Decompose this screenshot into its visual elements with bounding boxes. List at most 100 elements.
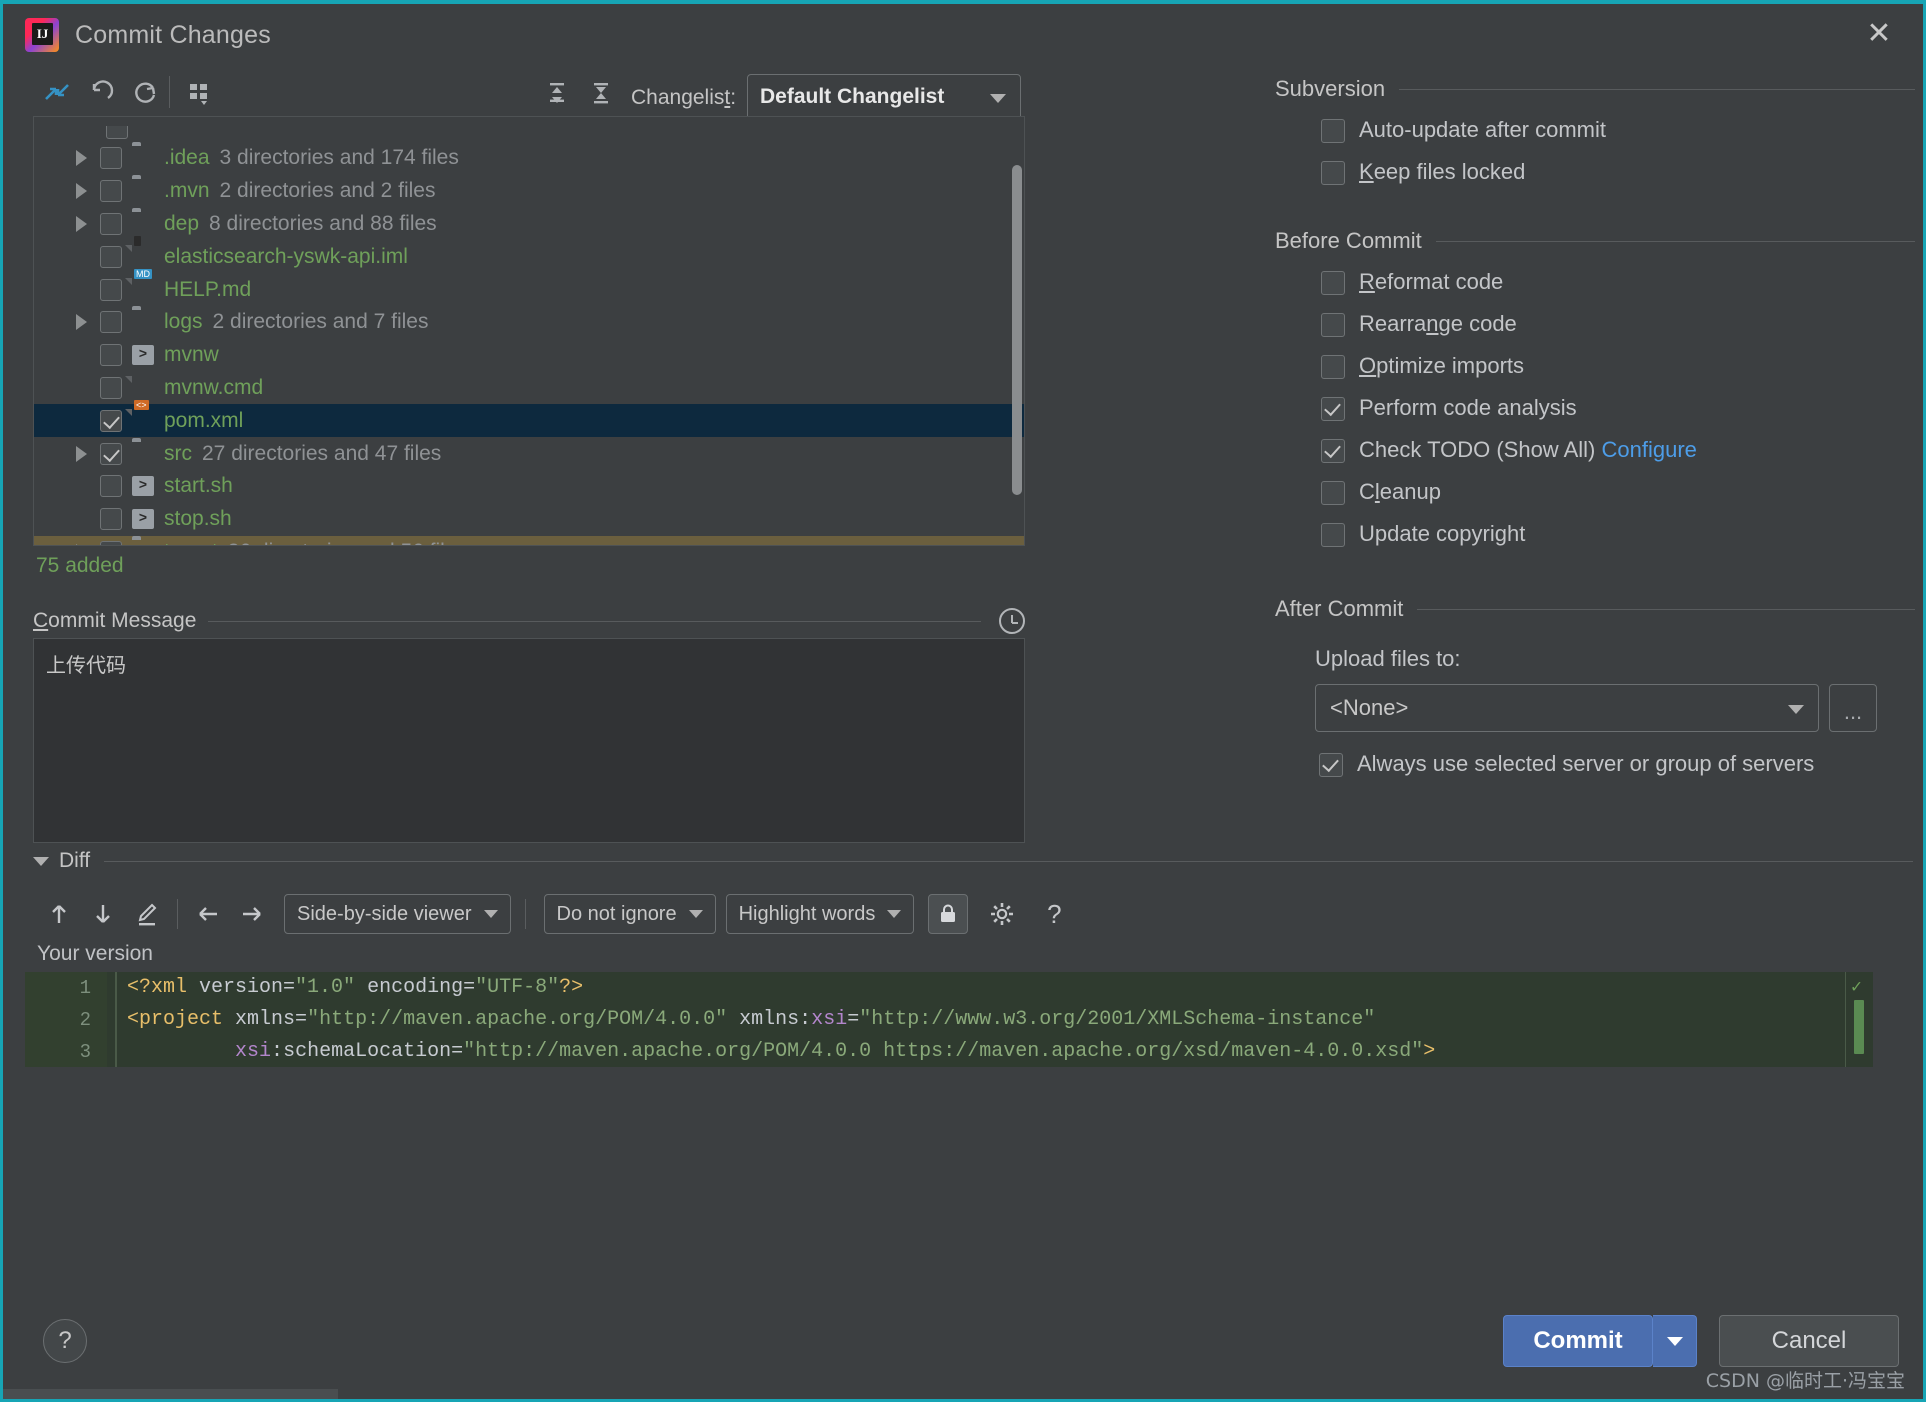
- commit-button[interactable]: Commit: [1503, 1315, 1653, 1367]
- option-label: Optimize imports: [1359, 353, 1525, 378]
- change-marker: [1854, 1000, 1864, 1054]
- diff-code-view[interactable]: 1 2 3 <?xml version="1.0" encoding="UTF-8"…: [25, 972, 1873, 1067]
- always-use-server-checkbox[interactable]: Always use selected server or group of s…: [1319, 750, 1915, 778]
- tree-row[interactable]: logs 2 directories and 7 files: [34, 306, 1024, 339]
- show-diff-icon[interactable]: [37, 72, 77, 112]
- expand-arrow-icon[interactable]: [76, 150, 87, 167]
- chevron-down-icon[interactable]: [33, 856, 49, 866]
- code-line: xsi:schemaLocation="http://maven.apache.…: [235, 1040, 1436, 1063]
- diff-marker-strip[interactable]: ✓: [1845, 972, 1873, 1067]
- option-checkbox[interactable]: Rearrange code: [1321, 310, 1915, 338]
- checkbox-icon[interactable]: [1321, 271, 1345, 295]
- expand-arrow-icon[interactable]: [76, 183, 87, 200]
- upload-server-dropdown[interactable]: <None>: [1315, 684, 1819, 732]
- before-commit-group-title: Before Commit: [1275, 228, 1915, 254]
- checkbox-icon[interactable]: [100, 245, 122, 268]
- file-name: start.sh: [164, 474, 233, 498]
- viewer-mode-dropdown[interactable]: Side-by-side viewer: [284, 894, 511, 934]
- changelist-dropdown[interactable]: Default Changelist: [747, 74, 1021, 120]
- expand-arrow-icon[interactable]: [76, 445, 87, 462]
- collapse-all-icon[interactable]: [581, 72, 621, 112]
- changed-files-tree[interactable]: .idea 3 directories and 174 files .mvn 2 di…: [33, 116, 1025, 546]
- commit-message-header: Commit Message: [33, 608, 1025, 634]
- checkbox-icon[interactable]: [1321, 355, 1345, 379]
- browse-servers-button[interactable]: ...: [1829, 684, 1877, 732]
- tree-scrollbar[interactable]: [1012, 165, 1022, 495]
- tree-row[interactable]: elasticsearch-yswk-api.iml: [34, 235, 1024, 273]
- checkbox-icon[interactable]: [100, 442, 122, 465]
- option-checkbox[interactable]: Reformat code: [1321, 268, 1915, 296]
- checkbox-icon[interactable]: [100, 409, 122, 432]
- checkbox-icon[interactable]: [1321, 523, 1345, 547]
- next-difference-icon[interactable]: [81, 892, 125, 936]
- checkbox-icon[interactable]: [100, 212, 122, 235]
- highlight-mode-dropdown[interactable]: Highlight words: [725, 894, 915, 934]
- line-number: 1: [79, 977, 91, 999]
- gear-icon[interactable]: [980, 892, 1024, 936]
- tree-row[interactable]: src 27 directories and 47 files: [34, 437, 1024, 470]
- checkbox-icon[interactable]: [100, 376, 122, 399]
- checkbox-icon[interactable]: [1321, 313, 1345, 337]
- tree-row[interactable]: > mvnw: [34, 339, 1024, 372]
- tree-row[interactable]: > stop.sh: [34, 503, 1024, 536]
- option-checkbox[interactable]: Perform code analysis: [1321, 394, 1915, 422]
- checkbox-icon[interactable]: [1321, 119, 1345, 143]
- taskbar-strip: [3, 1389, 338, 1399]
- expand-arrow-icon[interactable]: [76, 215, 87, 232]
- checkbox-icon[interactable]: [100, 311, 122, 334]
- checkbox-icon[interactable]: [100, 180, 122, 203]
- option-checkbox[interactable]: Optimize imports: [1321, 352, 1915, 380]
- expand-arrow-icon[interactable]: [76, 314, 87, 331]
- file-type-icon: >: [132, 343, 156, 367]
- option-checkbox[interactable]: Update copyright: [1321, 520, 1915, 548]
- checkbox-icon[interactable]: [1321, 439, 1345, 463]
- group-by-icon[interactable]: [179, 72, 219, 112]
- tree-row[interactable]: dep 8 directories and 88 files: [34, 208, 1024, 241]
- clock-history-icon[interactable]: [999, 608, 1025, 634]
- question-mark-icon[interactable]: ?: [1032, 892, 1076, 936]
- tree-row[interactable]: mvnw.cmd: [34, 372, 1024, 405]
- previous-difference-icon[interactable]: [37, 892, 81, 936]
- tree-row[interactable]: <> pom.xml: [34, 399, 1024, 438]
- expand-arrow-icon[interactable]: [76, 543, 87, 545]
- annotate-icon[interactable]: [125, 892, 169, 936]
- lock-icon[interactable]: [928, 894, 969, 934]
- tree-row[interactable]: > start.sh: [34, 470, 1024, 503]
- tree-row[interactable]: target 36 directories and 56 files: [34, 535, 1024, 545]
- checkbox-icon[interactable]: [100, 508, 122, 531]
- checkbox-icon[interactable]: [1321, 481, 1345, 505]
- checkbox-icon[interactable]: [100, 147, 122, 170]
- option-checkbox[interactable]: Check TODO (Show All) Configure: [1321, 436, 1915, 464]
- refresh-icon[interactable]: [125, 72, 165, 112]
- chevron-down-icon: [1666, 1336, 1683, 1346]
- checkbox-icon[interactable]: [100, 344, 122, 367]
- tree-row-partial[interactable]: [34, 126, 1024, 142]
- checkbox-icon[interactable]: [1321, 161, 1345, 185]
- commit-message-input[interactable]: 上传代码: [33, 638, 1025, 843]
- checkbox-icon[interactable]: [1321, 397, 1345, 421]
- accept-left-icon[interactable]: [186, 892, 230, 936]
- option-checkbox[interactable]: Cleanup: [1321, 478, 1915, 506]
- option-checkbox[interactable]: Keep files locked: [1321, 158, 1915, 186]
- chevron-down-icon: [1788, 705, 1804, 714]
- tree-row[interactable]: MD HELP.md: [34, 268, 1024, 306]
- checkbox-icon[interactable]: [100, 475, 122, 498]
- option-checkbox[interactable]: Auto-update after commit: [1321, 116, 1915, 144]
- accept-right-icon[interactable]: [230, 892, 274, 936]
- shell-file-icon: >: [132, 345, 154, 366]
- checkbox-icon[interactable]: [100, 278, 122, 301]
- commit-options-dropdown[interactable]: [1653, 1315, 1697, 1367]
- whitespace-mode-dropdown[interactable]: Do not ignore: [543, 894, 716, 934]
- expand-all-icon[interactable]: [537, 72, 577, 112]
- file-name: mvnw.cmd: [164, 375, 264, 399]
- tree-row[interactable]: .mvn 2 directories and 2 files: [34, 175, 1024, 208]
- tree-row[interactable]: .idea 3 directories and 174 files: [34, 142, 1024, 175]
- file-meta: 2 directories and 7 files: [212, 310, 429, 334]
- checkbox-icon[interactable]: [100, 540, 122, 545]
- file-type-icon: [132, 179, 156, 203]
- upload-server-value: <None>: [1330, 695, 1409, 720]
- help-button[interactable]: ?: [43, 1319, 87, 1363]
- revert-icon[interactable]: [81, 72, 121, 112]
- configure-link[interactable]: Configure: [1601, 437, 1696, 462]
- cancel-button[interactable]: Cancel: [1719, 1315, 1899, 1367]
